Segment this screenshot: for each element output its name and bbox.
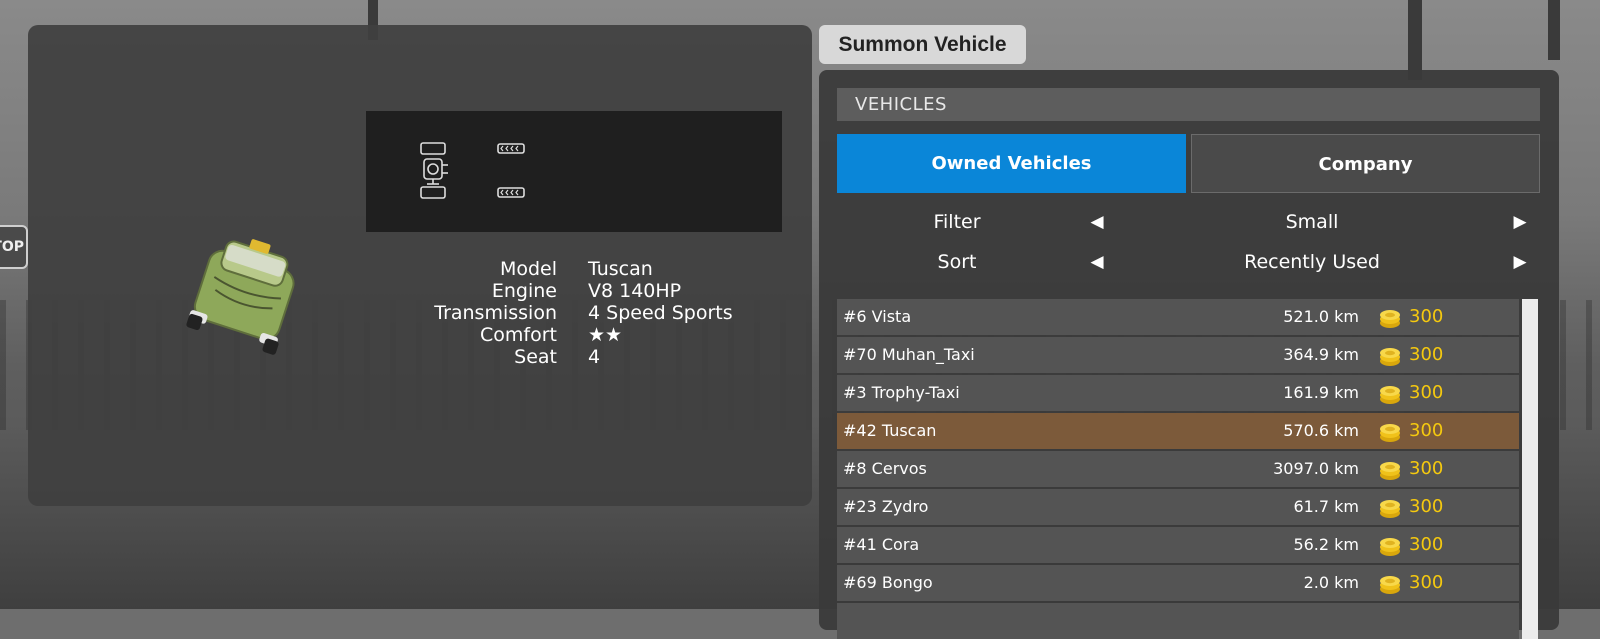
coin-stack-icon xyxy=(1380,462,1400,480)
vehicle-list: #6 Vista 521.0 km 300 #70 Muhan_Taxi 364… xyxy=(837,299,1519,639)
spec-label: Comfort xyxy=(480,324,557,346)
background-pole xyxy=(1548,0,1560,60)
tire-icon xyxy=(497,187,525,198)
spec-label: Seat xyxy=(514,346,557,368)
coin-stack-icon xyxy=(1380,348,1400,366)
spec-value: Tuscan xyxy=(588,258,653,280)
section-header: VEHICLES xyxy=(837,88,1540,121)
spec-row-seat: Seat 4 xyxy=(398,346,808,368)
wheel-icon xyxy=(420,142,446,155)
vehicle-name: #23 Zydro xyxy=(843,497,929,516)
tab-company[interactable]: Company xyxy=(1191,134,1540,193)
vehicle-distance: 161.9 km xyxy=(1283,383,1359,402)
coin-stack-icon xyxy=(1380,500,1400,518)
spec-label: Engine xyxy=(491,280,557,302)
coin-stack-icon xyxy=(1380,538,1400,556)
list-item[interactable]: #6 Vista 521.0 km 300 xyxy=(837,299,1519,335)
vehicle-distance: 3097.0 km xyxy=(1273,459,1359,478)
coin-stack-icon xyxy=(1380,424,1400,442)
spec-row-comfort: Comfort ★★ xyxy=(398,324,808,346)
spec-value: V8 140HP xyxy=(588,280,682,302)
taxi-car-icon xyxy=(186,239,295,355)
engine-icon xyxy=(423,158,448,185)
arrow-right-icon[interactable]: ▶ xyxy=(1505,245,1535,279)
list-item-partial[interactable] xyxy=(837,603,1519,639)
filter-selector: Filter ◀ Small ▶ xyxy=(837,205,1540,239)
summon-vehicle-title: Summon Vehicle xyxy=(819,25,1026,64)
coin-stack-icon xyxy=(1380,576,1400,594)
list-item[interactable]: #23 Zydro 61.7 km 300 xyxy=(837,489,1519,525)
spec-row-engine: Engine V8 140HP xyxy=(398,280,808,302)
vehicle-distance: 364.9 km xyxy=(1283,345,1359,364)
vehicle-distance: 61.7 km xyxy=(1293,497,1359,516)
list-item[interactable]: #3 Trophy-Taxi 161.9 km 300 xyxy=(837,375,1519,411)
list-item[interactable]: #70 Muhan_Taxi 364.9 km 300 xyxy=(837,337,1519,373)
vehicle-name: #8 Cervos xyxy=(843,459,927,478)
spec-row-model: Model Tuscan xyxy=(398,258,808,280)
spec-label: Transmission xyxy=(434,302,557,324)
sort-selector: Sort ◀ Recently Used ▶ xyxy=(837,245,1540,279)
coin-stack-icon xyxy=(1380,310,1400,328)
stop-sign-icon: TOP xyxy=(0,225,28,269)
list-item-selected[interactable]: #42 Tuscan 570.6 km 300 xyxy=(837,413,1519,449)
spec-row-transmission: Transmission 4 Speed Sports xyxy=(398,302,808,324)
vehicle-distance: 2.0 km xyxy=(1303,573,1359,592)
vehicle-cost: 300 xyxy=(1409,306,1444,327)
spec-label: Model xyxy=(499,258,557,280)
spec-value: 4 Speed Sports xyxy=(588,302,733,324)
list-item[interactable]: #69 Bongo 2.0 km 300 xyxy=(837,565,1519,601)
vehicle-cost: 300 xyxy=(1409,420,1444,441)
spec-value: 4 xyxy=(588,346,601,368)
vehicle-cost: 300 xyxy=(1409,572,1444,593)
comfort-stars: ★★ xyxy=(588,324,623,346)
vehicles-panel: VEHICLES Owned Vehicles Company Filter ◀… xyxy=(819,70,1559,639)
filter-label: Filter xyxy=(933,211,981,233)
vehicle-distance: 56.2 km xyxy=(1293,535,1359,554)
vehicle-specs: Model Tuscan Engine V8 140HP Transmissio… xyxy=(398,258,808,368)
filter-value: Small xyxy=(1285,211,1339,233)
vehicle-info-panel: Model Tuscan Engine V8 140HP Transmissio… xyxy=(28,25,812,506)
arrow-right-icon[interactable]: ▶ xyxy=(1505,205,1535,239)
drivetrain-layout-diagram xyxy=(366,111,782,232)
vehicle-name: #69 Bongo xyxy=(843,573,933,592)
vehicle-cost: 300 xyxy=(1409,344,1444,365)
vehicle-name: #42 Tuscan xyxy=(843,421,937,440)
list-item[interactable]: #8 Cervos 3097.0 km 300 xyxy=(837,451,1519,487)
vehicle-distance: 570.6 km xyxy=(1283,421,1359,440)
tire-icon xyxy=(497,143,525,154)
wheel-icon xyxy=(420,186,446,199)
background-pole xyxy=(1408,0,1422,80)
vehicle-name: #41 Cora xyxy=(843,535,920,554)
scrollbar[interactable] xyxy=(1522,299,1538,639)
vehicle-cost: 300 xyxy=(1409,458,1444,479)
vehicle-name: #6 Vista xyxy=(843,307,912,326)
vehicle-cost: 300 xyxy=(1409,382,1444,403)
arrow-left-icon[interactable]: ◀ xyxy=(1082,245,1112,279)
sort-value: Recently Used xyxy=(1244,251,1380,273)
tab-owned-vehicles[interactable]: Owned Vehicles xyxy=(837,134,1186,193)
vehicle-cost: 300 xyxy=(1409,496,1444,517)
vehicle-name: #70 Muhan_Taxi xyxy=(843,345,975,364)
coin-stack-icon xyxy=(1380,386,1400,404)
sort-label: Sort xyxy=(937,251,977,273)
list-item[interactable]: #41 Cora 56.2 km 300 xyxy=(837,527,1519,563)
vehicle-distance: 521.0 km xyxy=(1283,307,1359,326)
vehicle-name: #3 Trophy-Taxi xyxy=(843,383,960,402)
arrow-left-icon[interactable]: ◀ xyxy=(1082,205,1112,239)
vehicle-cost: 300 xyxy=(1409,534,1444,555)
